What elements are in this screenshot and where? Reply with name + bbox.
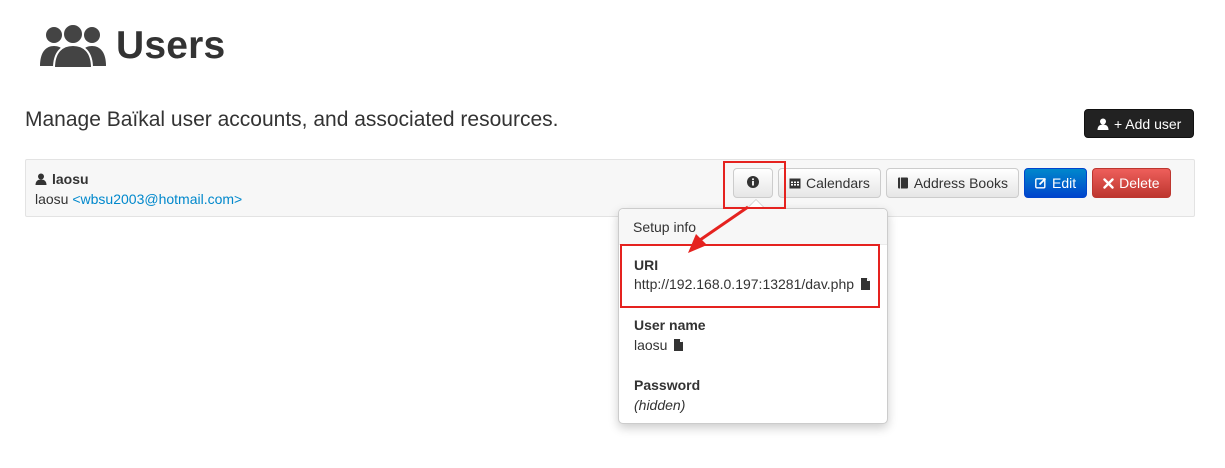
annotation-box-info-button — [723, 161, 786, 209]
edit-button[interactable]: Edit — [1024, 168, 1088, 198]
page-header: Users — [38, 22, 225, 70]
username-value[interactable]: laosu — [634, 337, 667, 353]
book-icon — [897, 177, 909, 189]
edit-label: Edit — [1052, 175, 1077, 191]
user-login: laosu — [35, 171, 89, 187]
address-books-label: Address Books — [913, 175, 1008, 191]
copy-file-icon[interactable] — [674, 339, 684, 351]
user-email-link[interactable]: <wbsu2003@hotmail.com> — [72, 191, 242, 207]
setup-info-popover: Setup info URI http://192.168.0.197:1328… — [618, 208, 888, 424]
add-user-label: + Add user — [1114, 115, 1182, 132]
calendar-icon — [789, 177, 801, 189]
annotation-box-uri — [620, 244, 880, 308]
address-books-button[interactable]: Address Books — [885, 168, 1019, 198]
username-value-row: laosu — [634, 337, 684, 353]
users-icon — [38, 22, 108, 70]
username-label: User name — [634, 317, 706, 333]
user-icon — [1097, 118, 1109, 130]
delete-label: Delete — [1119, 175, 1160, 191]
annotation-arrow — [688, 205, 749, 253]
calendars-button[interactable]: Calendars — [778, 168, 881, 198]
user-login-text: laosu — [52, 171, 89, 187]
user-icon — [35, 173, 47, 185]
page-title: Users — [116, 24, 226, 67]
password-value: (hidden) — [634, 397, 686, 413]
calendars-label: Calendars — [806, 175, 870, 191]
password-label: Password — [634, 377, 701, 393]
page-description: Manage Baïkal user accounts, and associa… — [25, 108, 559, 131]
add-user-button[interactable]: + Add user — [1084, 109, 1195, 138]
user-actions: Calendars Address Books Edit Delete — [733, 168, 1171, 198]
user-display-name: laosu — [35, 191, 69, 207]
user-detail: laosu <wbsu2003@hotmail.com> — [35, 191, 242, 207]
close-icon — [1103, 177, 1114, 189]
delete-button[interactable]: Delete — [1092, 168, 1171, 198]
edit-icon — [1035, 177, 1047, 189]
user-row: laosu laosu <wbsu2003@hotmail.com> Calen… — [25, 159, 1195, 217]
popover-title: Setup info — [619, 209, 887, 245]
